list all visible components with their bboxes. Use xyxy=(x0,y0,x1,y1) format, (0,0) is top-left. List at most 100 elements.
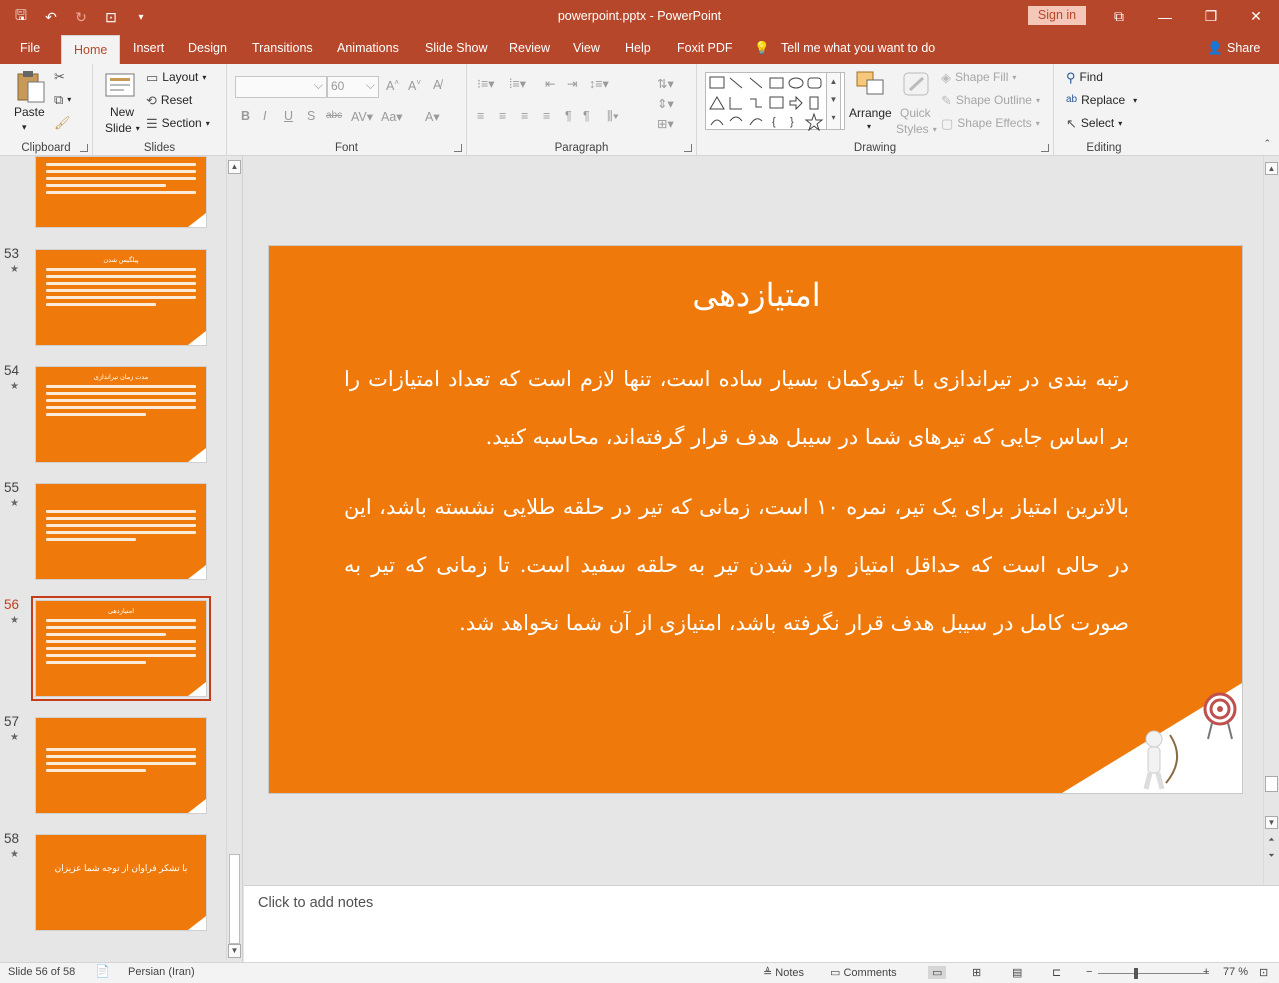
language-indicator[interactable]: Persian (Iran) xyxy=(128,966,195,978)
slide-show-icon[interactable]: ⊏ xyxy=(1052,966,1061,979)
clipboard-launcher-icon[interactable] xyxy=(80,144,88,152)
italic-icon[interactable]: I xyxy=(263,109,266,123)
shape-outline-button[interactable]: ✎ Shape Outline ▾ xyxy=(941,93,1040,107)
scroll-up-icon[interactable]: ▲ xyxy=(228,160,241,174)
font-color-icon[interactable]: A▾ xyxy=(425,109,440,124)
ribbon-display-options-icon[interactable]: ⧉ xyxy=(1096,0,1142,33)
arrange-icon[interactable] xyxy=(855,70,887,102)
next-slide-icon[interactable]: ⏷ xyxy=(1265,850,1278,863)
numbering-icon[interactable]: ⁞≡▾ xyxy=(509,76,526,91)
fit-to-window-icon[interactable]: ⊡ xyxy=(1259,966,1268,979)
slide-scrollbar[interactable]: ▲ ▼ ⏶ ⏷ xyxy=(1263,156,1279,884)
ltr-icon[interactable]: ¶ xyxy=(565,109,572,123)
scrollbar-thumb[interactable] xyxy=(229,854,240,944)
tell-me-box[interactable]: Tell me what you want to do xyxy=(781,33,935,64)
paste-icon[interactable] xyxy=(14,70,46,103)
rtl-icon[interactable]: ¶ xyxy=(583,109,590,123)
font-launcher-icon[interactable] xyxy=(454,144,462,152)
drawing-launcher-icon[interactable] xyxy=(1041,144,1049,152)
zoom-level[interactable]: 77 % xyxy=(1223,966,1248,978)
bold-icon[interactable]: B xyxy=(241,109,250,123)
previous-slide-icon[interactable]: ⏶ xyxy=(1265,834,1278,847)
minimize-button[interactable]: — xyxy=(1142,0,1188,33)
format-painter-icon[interactable]: 🖌 xyxy=(54,116,71,129)
columns-icon[interactable]: ⫼▾ xyxy=(607,109,619,124)
slide-body[interactable]: رتبه بندی در تیراندازی با تیروکمان بسیار… xyxy=(344,350,1129,664)
tab-home[interactable]: Home xyxy=(61,35,121,64)
collapse-ribbon-icon[interactable]: ⌃ xyxy=(1263,138,1271,149)
find-button[interactable]: ⚲ Find xyxy=(1066,70,1103,84)
decrease-indent-icon[interactable]: ⇤ xyxy=(545,76,555,91)
character-spacing-icon[interactable]: AV▾ xyxy=(351,109,373,124)
comments-toggle[interactable]: ▭ Comments xyxy=(830,966,897,979)
decrease-font-icon[interactable]: A˅ xyxy=(408,78,421,93)
tab-slide-show[interactable]: Slide Show xyxy=(425,33,488,64)
sign-in-button[interactable]: Sign in xyxy=(1028,6,1086,25)
reading-view-icon[interactable]: ▤ xyxy=(1012,966,1022,979)
scrollbar-thumb[interactable] xyxy=(1265,776,1278,792)
thumbnail-52[interactable] xyxy=(35,156,207,228)
tab-animations[interactable]: Animations xyxy=(337,33,399,64)
align-center-icon[interactable]: ≡ xyxy=(499,109,506,123)
current-slide[interactable]: امتیازدهی رتبه بندی در تیراندازی با تیرو… xyxy=(268,245,1243,794)
select-button[interactable]: ↖ Select ▾ xyxy=(1066,116,1122,130)
copy-icon[interactable]: ⧉ ▾ xyxy=(54,93,71,106)
justify-icon[interactable]: ≡ xyxy=(543,109,550,123)
align-left-icon[interactable]: ≡ xyxy=(477,109,484,123)
slide-title[interactable]: امتیازدهی xyxy=(269,276,1242,314)
thumbnail-53[interactable]: پیلگیس شدن xyxy=(35,249,207,346)
thumbnail-57[interactable] xyxy=(35,717,207,814)
zoom-slider[interactable] xyxy=(1098,973,1209,974)
replace-button[interactable]: ab Replace ▾ xyxy=(1066,93,1137,107)
scroll-down-icon[interactable]: ▼ xyxy=(1265,816,1278,829)
section-button[interactable]: ☰ Section ▾ xyxy=(146,116,210,130)
tab-help[interactable]: Help xyxy=(625,33,651,64)
thumbnails-scrollbar[interactable]: ▲ ▼ xyxy=(226,158,241,960)
shadow-icon[interactable]: S xyxy=(307,109,315,123)
zoom-out-icon[interactable]: − xyxy=(1086,966,1092,978)
new-slide-label-2[interactable]: Slide ▾ xyxy=(105,121,140,135)
tab-review[interactable]: Review xyxy=(509,33,550,64)
new-slide-icon[interactable] xyxy=(105,70,137,102)
quick-styles-icon[interactable] xyxy=(901,70,933,102)
bullets-icon[interactable]: ⁝≡▾ xyxy=(477,76,495,91)
text-direction-icon[interactable]: ⇅▾ xyxy=(657,76,674,91)
shapes-gallery-scroll[interactable]: ▲ ▼ ▾ xyxy=(826,72,841,130)
shape-effects-button[interactable]: ▢ Shape Effects ▾ xyxy=(941,116,1040,130)
thumbnail-56[interactable]: امتیازدهی xyxy=(31,596,211,701)
line-spacing-icon[interactable]: ↕≡▾ xyxy=(589,76,609,91)
share-button[interactable]: Share xyxy=(1227,33,1260,64)
strikethrough-icon[interactable]: abc xyxy=(326,110,342,121)
normal-view-icon[interactable]: ▭ xyxy=(928,966,947,979)
arrange-dropdown-icon[interactable]: ▾ xyxy=(867,122,871,131)
slide-sorter-icon[interactable]: ⊞ xyxy=(972,966,981,979)
zoom-slider-handle[interactable] xyxy=(1134,968,1138,979)
align-text-icon[interactable]: ⇕▾ xyxy=(657,96,674,111)
scroll-up-icon[interactable]: ▲ xyxy=(1265,162,1278,175)
quick-styles-label-2[interactable]: Styles ▾ xyxy=(896,122,937,136)
tab-insert[interactable]: Insert xyxy=(133,33,164,64)
arrange-button[interactable]: Arrange xyxy=(849,106,892,120)
thumbnail-58[interactable]: با تشکر فراوان از توجه شما عزیزان xyxy=(35,834,207,931)
font-size-combo[interactable]: 60 xyxy=(327,76,379,98)
notes-placeholder[interactable]: Click to add notes xyxy=(258,895,373,911)
notes-pane[interactable]: Click to add notes xyxy=(244,885,1279,962)
tab-design[interactable]: Design xyxy=(188,33,227,64)
tab-transitions[interactable]: Transitions xyxy=(252,33,313,64)
paste-button[interactable]: Paste xyxy=(14,105,45,119)
close-button[interactable]: ✕ xyxy=(1233,0,1279,33)
reset-button[interactable]: ⟲ Reset xyxy=(146,93,192,107)
align-right-icon[interactable]: ≡ xyxy=(521,109,528,123)
maximize-button[interactable]: ❐ xyxy=(1188,0,1234,33)
cut-icon[interactable]: ✂ xyxy=(54,70,65,83)
underline-icon[interactable]: U xyxy=(284,109,293,123)
paste-dropdown-icon[interactable]: ▾ xyxy=(22,122,27,133)
thumbnail-54[interactable]: مدت زمان تیراندازی xyxy=(35,366,207,463)
change-case-icon[interactable]: Aa▾ xyxy=(381,109,403,124)
zoom-in-icon[interactable]: + xyxy=(1203,966,1209,978)
font-name-combo[interactable] xyxy=(235,76,327,98)
layout-button[interactable]: ▭ Layout ▾ xyxy=(146,70,206,84)
new-slide-label-1[interactable]: New xyxy=(110,105,134,119)
tab-foxit-pdf[interactable]: Foxit PDF xyxy=(677,33,733,64)
spelling-check-icon[interactable]: 📄 xyxy=(95,964,110,978)
